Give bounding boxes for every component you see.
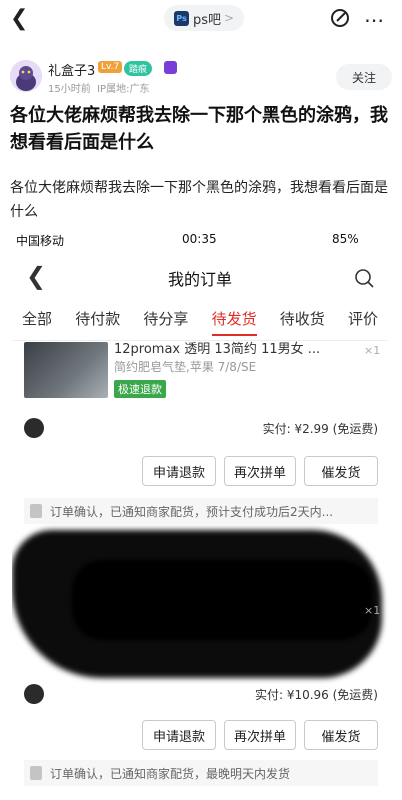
paid-amount: 实付: ¥10.96 (免运费) [254, 688, 378, 702]
post-meta: 15小时前 IP属地:广东 [48, 80, 149, 95]
shop-avatar[interactable] [24, 684, 44, 704]
notice-text: 订单确认，已通知商家配货，最晚明天内发货 [50, 766, 291, 781]
post-time: 15小时前 [48, 84, 91, 95]
post-title: 各位大佬麻烦帮我去除一下那个黑色的涂鸦，我想看看后面是什么 [10, 105, 388, 153]
forum-name: ps吧 [193, 12, 222, 28]
member-badge: 踏痕 [124, 61, 153, 76]
shop-avatar[interactable] [24, 418, 44, 438]
document-icon [30, 766, 42, 780]
attached-screenshot[interactable]: 中国移动 00:35 85% ❮ 我的订单 全部 待付款 待分享 待发货 待收货… [12, 230, 388, 800]
product-spec: 简约肥皂气垫,苹果 7/8/SE [114, 360, 257, 374]
document-icon [30, 504, 42, 518]
order-header: ❮ 我的订单 [12, 254, 388, 302]
tab-to-receive[interactable]: 待收货 [280, 308, 325, 338]
refund-tag: 极速退款 [114, 380, 166, 398]
battery-level: 85% [332, 232, 359, 246]
paid-amount: 实付: ¥2.99 (免运费) [262, 422, 378, 436]
quantity: ×1 [364, 604, 381, 617]
product-name[interactable]: 12promax 透明 13简约 11男女 ... [114, 338, 320, 357]
edit-icon[interactable] [330, 8, 350, 28]
black-scribble-core [72, 560, 372, 640]
notice-text: 订单确认，已通知商家配货，预计支付成功后2天内... [50, 504, 334, 519]
urge-shipping-button[interactable]: 催发货 [304, 720, 378, 750]
username[interactable]: 礼盒子3 [48, 60, 95, 79]
clock: 00:35 [182, 232, 217, 246]
refund-button[interactable]: 申请退款 [142, 456, 216, 486]
order-tabs: 全部 待付款 待分享 待发货 待收货 评价 [12, 308, 388, 338]
ps-forum-icon: Ps [174, 10, 189, 26]
top-nav: ❮ Ps ps吧 > ⋯ [0, 0, 402, 38]
status-bar: 中国移动 00:35 85% [12, 230, 388, 250]
level-badge: Lv.7 [98, 61, 123, 73]
honor-icon [164, 61, 177, 74]
post-body: 各位大佬麻烦帮我去除一下那个黑色的涂鸦，我想看看后面是什么 [10, 180, 388, 220]
tab-review[interactable]: 评价 [348, 308, 378, 338]
urge-shipping-button[interactable]: 催发货 [304, 456, 378, 486]
page-title: 我的订单 [167, 270, 232, 289]
avatar[interactable] [10, 60, 42, 92]
carrier: 中国移动 [16, 234, 65, 248]
reorder-button[interactable]: 再次拼单 [224, 456, 296, 486]
more-icon[interactable]: ⋯ [364, 8, 385, 32]
ip-location: IP属地:广东 [97, 84, 150, 95]
refund-button[interactable]: 申请退款 [142, 720, 216, 750]
order-notice: 订单确认，已通知商家配货，最晚明天内发货 [24, 760, 378, 786]
tab-to-ship[interactable]: 待发货 [211, 308, 257, 336]
tab-all[interactable]: 全部 [22, 308, 52, 338]
tab-to-share[interactable]: 待分享 [143, 308, 188, 338]
product-thumbnail[interactable] [24, 342, 108, 398]
follow-button[interactable]: 关注 [336, 64, 392, 90]
quantity: ×1 [364, 344, 381, 357]
tab-unpaid[interactable]: 待付款 [75, 308, 120, 338]
forum-link[interactable]: Ps ps吧 > [164, 5, 245, 31]
back-icon[interactable]: ❮ [10, 6, 28, 31]
search-icon[interactable] [354, 268, 374, 288]
order-notice: 订单确认，已通知商家配货，预计支付成功后2天内... [24, 498, 378, 524]
reorder-button[interactable]: 再次拼单 [224, 720, 296, 750]
chevron-right-icon: > [224, 11, 235, 25]
